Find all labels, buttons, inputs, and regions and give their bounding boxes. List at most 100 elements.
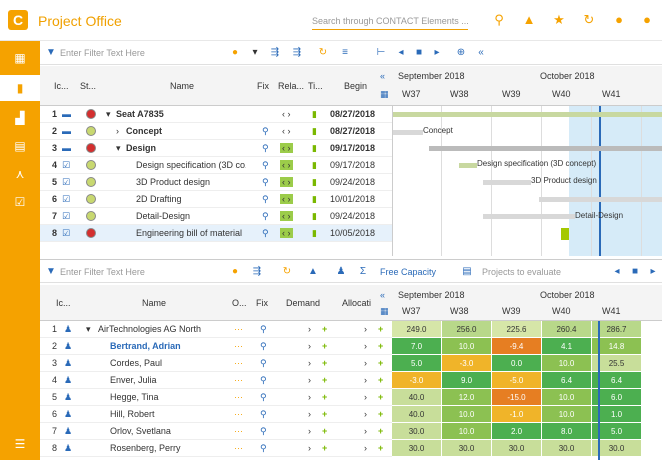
more-icon[interactable]: ··· xyxy=(234,440,243,456)
capacity-cell[interactable]: -3.0 xyxy=(392,372,442,389)
chart-icon[interactable]: ▟ xyxy=(0,105,40,131)
capacity-cell[interactable]: -1.0 xyxy=(492,406,542,423)
history-icon[interactable]: ↻ xyxy=(580,11,598,29)
more-icon[interactable]: ··· xyxy=(234,423,243,439)
search-icon[interactable]: ⚲ xyxy=(490,11,508,29)
gantt-bar-bom[interactable] xyxy=(561,228,569,240)
columns-icon[interactable]: ▦ xyxy=(380,303,389,319)
begin-date[interactable]: 09/24/2018 xyxy=(330,208,375,224)
col-time[interactable]: Ti... xyxy=(308,78,323,94)
filter-icon[interactable]: ▼ xyxy=(44,265,58,279)
person-icon[interactable]: ♟ xyxy=(334,265,348,279)
indent-icon[interactable]: ⇶ xyxy=(250,265,264,279)
chevron-right-icon[interactable]: › xyxy=(364,423,367,439)
add-icon[interactable]: + xyxy=(378,338,383,354)
capacity-cell[interactable]: 249.0 xyxy=(392,321,442,338)
table-row[interactable]: 8 ♟ Rosenberg, Perry ··· ⚲ › + › + xyxy=(40,440,392,457)
table-row[interactable]: 3 ♟ Cordes, Paul ··· ⚲ › + › + xyxy=(40,355,392,372)
chevron-down-icon[interactable]: ▾ xyxy=(248,46,262,60)
capacity-cell[interactable]: 8.0 xyxy=(542,423,592,440)
table-row[interactable]: 7 ♟ Orlov, Svetlana ··· ⚲ › + › + xyxy=(40,423,392,440)
capacity-cell[interactable]: 30.0 xyxy=(542,440,592,457)
projects-icon[interactable]: ▤ xyxy=(460,265,474,279)
team-icon[interactable]: ▲ xyxy=(306,265,320,279)
pin-icon[interactable]: ⚲ xyxy=(260,355,267,371)
capacity-cell[interactable]: 30.0 xyxy=(442,440,492,457)
capacity-cell[interactable]: -3.0 xyxy=(442,355,492,372)
more-icon[interactable]: ··· xyxy=(234,372,243,388)
table-row[interactable]: 2 ▬ › Concept ⚲ ‹ › ▮ 08/27/2018 xyxy=(40,123,392,140)
capacity-cell[interactable]: 2.0 xyxy=(492,423,542,440)
global-search-input[interactable]: Search through CONTACT Elements ... xyxy=(312,14,468,30)
status-indicator[interactable] xyxy=(86,126,96,136)
col-demand[interactable]: Demand xyxy=(286,295,320,311)
begin-date[interactable]: 09/17/2018 xyxy=(330,157,375,173)
relation-icon[interactable]: ‹ › xyxy=(280,191,293,207)
outdent-icon[interactable]: ⇶ xyxy=(290,46,304,60)
expand-icon[interactable]: « xyxy=(380,287,385,303)
capacity-cell[interactable]: 30.0 xyxy=(492,440,542,457)
begin-date[interactable]: 08/27/2018 xyxy=(330,106,375,122)
prev-icon[interactable]: ◂ xyxy=(610,265,624,279)
chevron-right-icon[interactable]: › xyxy=(308,321,311,337)
expand-icon[interactable]: « xyxy=(380,68,385,84)
relation-icon[interactable]: ‹ › xyxy=(280,106,293,122)
task-name[interactable]: Design specification (3D co... xyxy=(136,157,246,173)
indent-icon[interactable]: ⇶ xyxy=(268,46,282,60)
capacity-cell[interactable]: 10.0 xyxy=(542,406,592,423)
pin-icon[interactable]: ⚲ xyxy=(260,423,267,439)
status-indicator[interactable] xyxy=(86,109,96,119)
add-icon[interactable]: + xyxy=(322,372,327,388)
capacity-cell[interactable]: 256.0 xyxy=(442,321,492,338)
more-icon[interactable]: ··· xyxy=(234,406,243,422)
resource-name[interactable]: Orlov, Svetlana xyxy=(110,423,230,439)
chevron-right-icon[interactable]: › xyxy=(364,321,367,337)
col-fix[interactable]: Fix xyxy=(256,295,268,311)
resource-name[interactable]: Hill, Robert xyxy=(110,406,230,422)
gantt-bar-concept[interactable] xyxy=(393,130,423,135)
capacity-cell[interactable]: 10.0 xyxy=(442,423,492,440)
activity-icon[interactable]: ⋏ xyxy=(0,161,40,187)
capacity-cell[interactable]: 0.0 xyxy=(492,355,542,372)
table-row[interactable]: 4 ☑ Design specification (3D co... ⚲ ‹ › ▮ 09/… xyxy=(40,157,392,174)
capacity-cell[interactable]: 225.6 xyxy=(492,321,542,338)
chevron-right-icon[interactable]: › xyxy=(364,372,367,388)
resource-name[interactable]: Enver, Julia xyxy=(110,372,230,388)
collapse-icon[interactable]: « xyxy=(474,46,488,60)
add-icon[interactable]: + xyxy=(378,440,383,456)
bottom-filter-input[interactable]: Enter Filter Text Here xyxy=(60,264,220,280)
task-name[interactable]: Design xyxy=(126,140,246,156)
chevron-right-icon[interactable]: › xyxy=(308,338,311,354)
capacity-cell[interactable]: 260.4 xyxy=(542,321,592,338)
pin-icon[interactable]: ⚲ xyxy=(260,321,267,337)
chevron-right-icon[interactable]: › xyxy=(364,338,367,354)
pin-icon[interactable]: ⚲ xyxy=(262,208,269,224)
capacity-cell[interactable]: 40.0 xyxy=(392,389,442,406)
top-filter-input[interactable]: Enter Filter Text Here xyxy=(60,45,220,61)
gantt-bar-design[interactable] xyxy=(429,146,662,151)
info-icon[interactable]: ● xyxy=(610,11,628,29)
refresh-icon[interactable]: ↻ xyxy=(316,46,330,60)
dashboard-icon[interactable]: ▦ xyxy=(0,45,40,71)
relation-icon[interactable]: ‹ › xyxy=(280,174,293,190)
col-icon[interactable]: Ic... xyxy=(54,78,69,94)
col-allocation[interactable]: Allocati xyxy=(342,295,378,311)
relation-icon[interactable]: ‹ › xyxy=(280,225,293,241)
chevron-right-icon[interactable]: › xyxy=(364,389,367,405)
chevron-right-icon[interactable]: › xyxy=(364,440,367,456)
tree-icon[interactable]: ≡ xyxy=(338,46,352,60)
add-icon[interactable]: + xyxy=(322,423,327,439)
add-icon[interactable]: + xyxy=(378,423,383,439)
capacity-cell[interactable]: -15.0 xyxy=(492,389,542,406)
capacity-cell[interactable]: 5.0 xyxy=(392,355,442,372)
resource-name[interactable]: AirTechnologies AG North xyxy=(98,321,218,337)
gantt-bar-detail[interactable] xyxy=(483,214,575,219)
projects-input[interactable]: Projects to evaluate xyxy=(482,264,592,280)
add-icon[interactable]: + xyxy=(322,338,327,354)
task-name[interactable]: Concept xyxy=(126,123,246,139)
task-name[interactable]: 3D Product design xyxy=(136,174,246,190)
calendar-nav-icon[interactable]: ■ xyxy=(412,46,426,60)
table-row[interactable]: 5 ♟ Hegge, Tina ··· ⚲ › + › + xyxy=(40,389,392,406)
capacity-cell[interactable]: -5.0 xyxy=(492,372,542,389)
menu-icon[interactable]: ☰ xyxy=(0,431,40,457)
